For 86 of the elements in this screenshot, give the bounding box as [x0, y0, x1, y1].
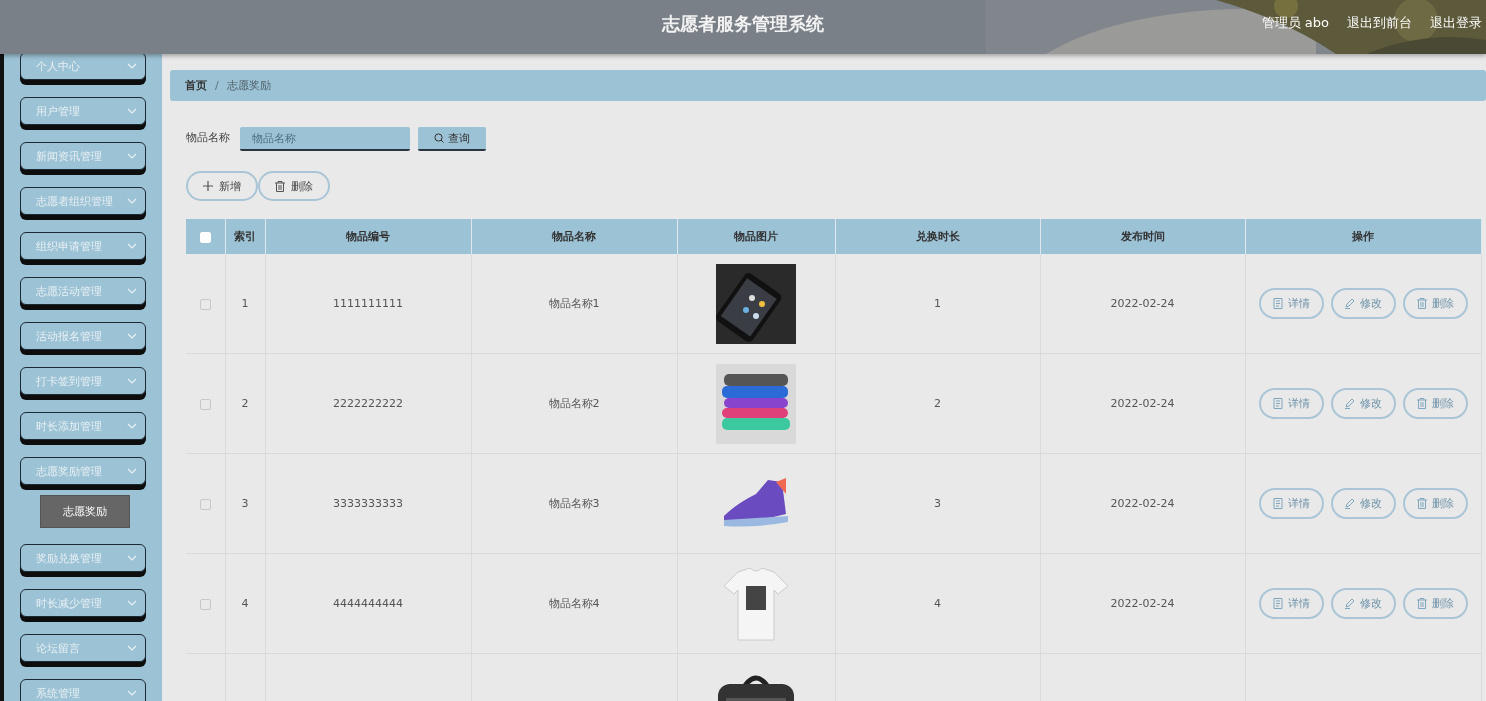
table-cell: 物品名称4	[471, 553, 677, 654]
field-label: 物品名称	[186, 129, 230, 145]
column-header: 发布时间	[1040, 219, 1245, 254]
chevron-down-icon	[127, 468, 137, 474]
chevron-down-icon	[127, 243, 137, 249]
app-title: 志愿者服务管理系统	[662, 12, 824, 36]
menu-item[interactable]: 系统管理	[20, 679, 146, 701]
pencil-icon	[1344, 298, 1355, 309]
row-action-button[interactable]: 删除	[1402, 388, 1468, 419]
table-cell: 1111111111	[265, 254, 471, 354]
header-link[interactable]: 管理员 abo	[1261, 14, 1329, 32]
row-action-button[interactable]: 修改	[1330, 388, 1396, 419]
column-header: 物品名称	[471, 219, 677, 254]
chevron-down-icon	[127, 63, 137, 69]
trash-icon	[275, 180, 285, 192]
search-field[interactable]: 物品名称	[240, 127, 410, 151]
row-action-button[interactable]: 详情	[1258, 588, 1324, 619]
column-header: 物品编号	[265, 219, 471, 254]
row-action-button[interactable]: 修改	[1330, 288, 1396, 319]
breadcrumb-link[interactable]: 首页	[185, 78, 207, 93]
table-cell: 2022-02-24	[1040, 353, 1245, 454]
pencil-icon	[1344, 398, 1355, 409]
trash-icon	[1416, 298, 1427, 309]
column-header: 物品图片	[677, 219, 835, 254]
table-cell: 2022-02-24	[1040, 553, 1245, 654]
pencil-icon	[1344, 598, 1355, 609]
chevron-down-icon	[127, 378, 137, 384]
column-header: 操作	[1245, 219, 1481, 254]
header-link[interactable]: 退出登录	[1430, 14, 1482, 32]
header-link[interactable]: 退出到前台	[1347, 14, 1412, 32]
table-cell: 3333333333	[265, 453, 471, 554]
plus-icon	[203, 181, 213, 191]
table-cell: 3	[835, 453, 1040, 554]
pencil-icon	[1344, 498, 1355, 509]
submenu-item[interactable]: 志愿奖励	[40, 495, 130, 528]
row-action-button[interactable]: 修改	[1330, 588, 1396, 619]
row-action-button[interactable]: 详情	[1258, 288, 1324, 319]
table-cell: 4	[225, 553, 265, 654]
table-cell: 3	[225, 453, 265, 554]
checkbox[interactable]	[199, 398, 211, 410]
chevron-down-icon	[127, 198, 137, 204]
document-icon	[1272, 298, 1283, 309]
toolbar-button[interactable]: 删除	[258, 171, 330, 201]
document-icon	[1272, 598, 1283, 609]
trash-icon	[1416, 498, 1427, 509]
table-cell: 2	[835, 353, 1040, 454]
table-cell: 2222222222	[265, 353, 471, 454]
table-cell: 物品名称1	[471, 254, 677, 354]
column-header: 兑换时长	[835, 219, 1040, 254]
chevron-down-icon	[127, 690, 137, 696]
chevron-down-icon	[127, 423, 137, 429]
chevron-down-icon	[127, 333, 137, 339]
table-cell: 物品名称3	[471, 453, 677, 554]
chevron-down-icon	[127, 153, 137, 159]
breadcrumb-separator: /	[215, 79, 219, 92]
table-cell: 2	[225, 353, 265, 454]
table-cell: 4444444444	[265, 553, 471, 654]
column-header: 索引	[225, 219, 265, 254]
row-action-button[interactable]: 详情	[1258, 488, 1324, 519]
breadcrumb-link[interactable]: 志愿奖励	[226, 78, 271, 93]
row-action-button[interactable]: 删除	[1402, 588, 1468, 619]
row-action-button[interactable]: 修改	[1330, 488, 1396, 519]
row-action-button[interactable]: 删除	[1402, 488, 1468, 519]
chevron-down-icon	[127, 108, 137, 114]
toolbar-button[interactable]: 新增	[186, 171, 258, 201]
table-cell: 2022-02-24	[1040, 254, 1245, 354]
search-button[interactable]: 查询	[418, 127, 486, 151]
checkbox[interactable]	[199, 498, 211, 510]
table-cell: 1	[835, 254, 1040, 354]
trash-icon	[1416, 598, 1427, 609]
table-cell: 4	[835, 553, 1040, 654]
trash-icon	[1416, 398, 1427, 409]
table-cell: 1	[225, 254, 265, 354]
row-action-button[interactable]: 详情	[1258, 388, 1324, 419]
chevron-down-icon	[127, 288, 137, 294]
document-icon	[1272, 398, 1283, 409]
search-icon	[434, 133, 444, 143]
document-icon	[1272, 498, 1283, 509]
row-action-button[interactable]: 删除	[1402, 288, 1468, 319]
chevron-down-icon	[127, 555, 137, 561]
checkbox[interactable]	[199, 298, 211, 310]
chevron-down-icon	[127, 645, 137, 651]
table-cell: 物品名称2	[471, 353, 677, 454]
table-cell: 2022-02-24	[1040, 453, 1245, 554]
chevron-down-icon	[127, 600, 137, 606]
checkbox[interactable]	[199, 598, 211, 610]
